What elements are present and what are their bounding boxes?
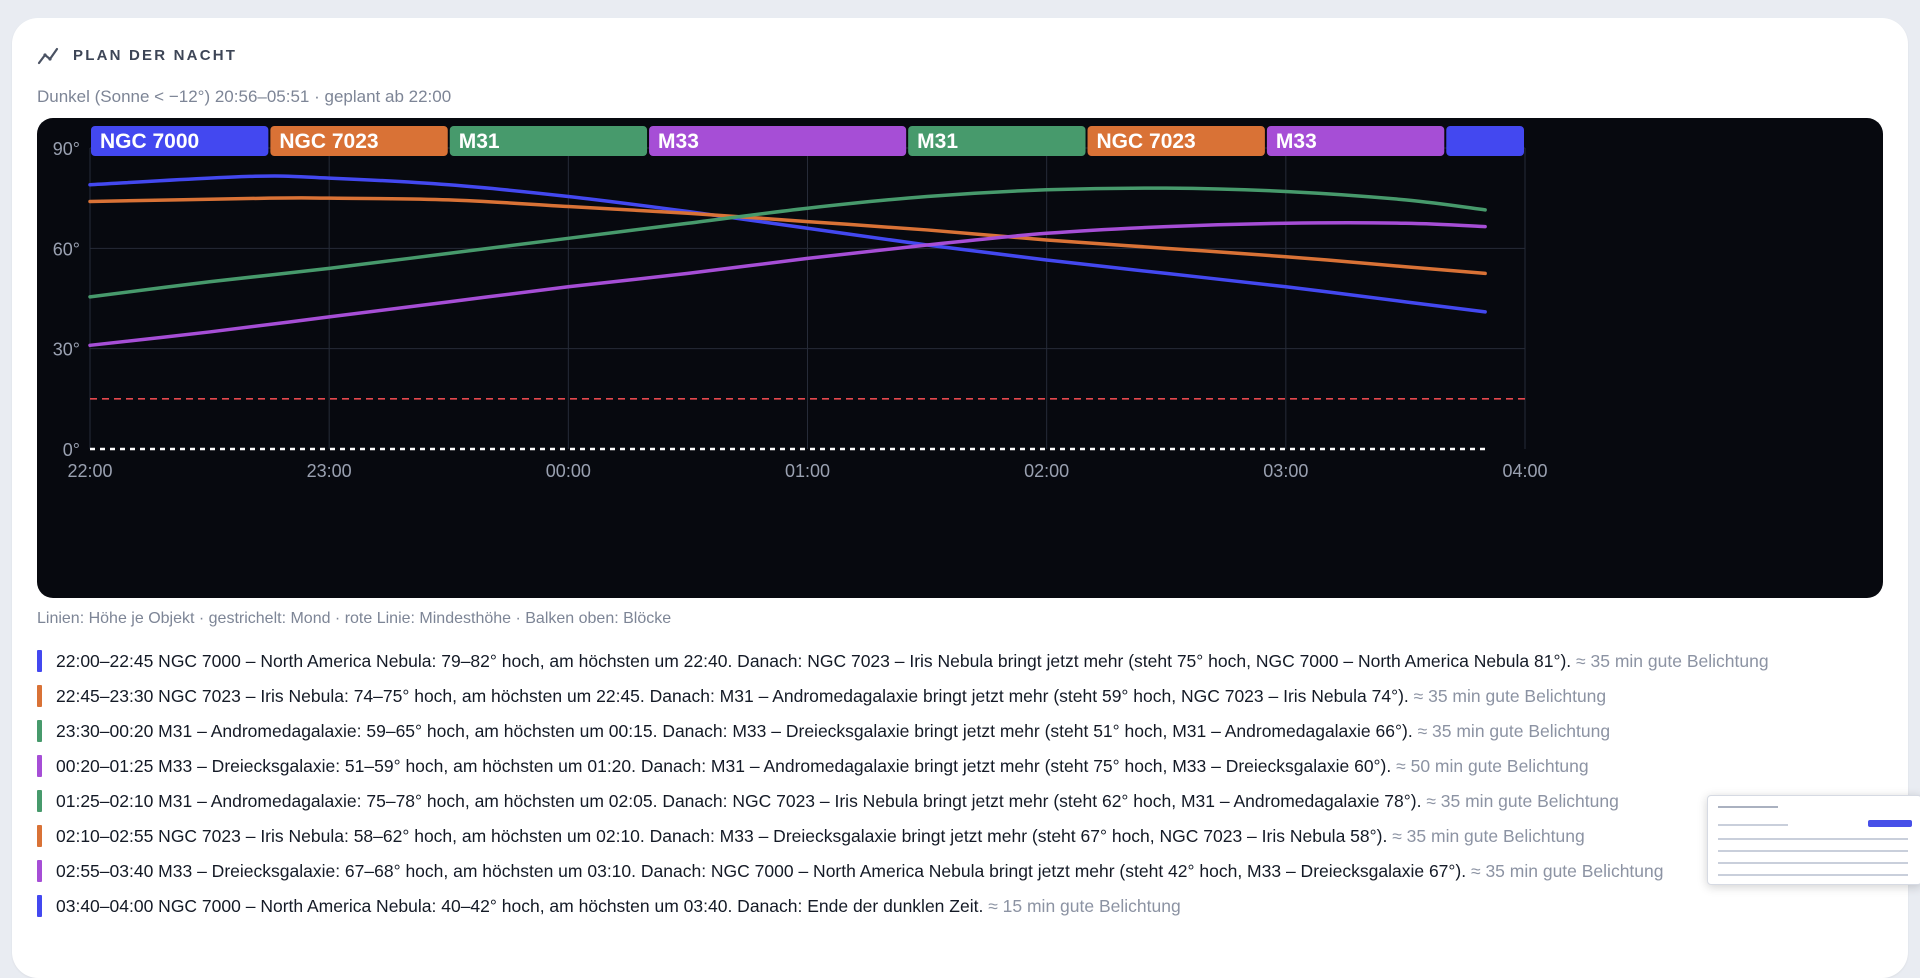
schedule-row-color-bar	[37, 860, 42, 882]
schedule-row-color-bar	[37, 825, 42, 847]
schedule-row-color-bar	[37, 720, 42, 742]
thumb-line	[1718, 874, 1908, 876]
panel-title: PLAN DER NACHT	[73, 46, 238, 64]
altitude-chart-svg: 0° 30° 60° 90° 22:00 23:00 00:00 01:00 02:00 03:0…	[53, 126, 1548, 481]
chart-legend: Linien: Höhe je Objekt · gestrichelt: Mo…	[37, 610, 672, 627]
schedule-row: 01:25–02:10 M31 – Andromedagalaxie: 75–7…	[37, 788, 1883, 814]
y-tick-label: 60°	[53, 239, 80, 259]
schedule-row-exposure-hint: ≈ 15 min gute Belichtung	[988, 896, 1181, 916]
schedule-row-color-bar	[37, 895, 42, 917]
thumb-line	[1718, 824, 1788, 826]
x-tick-label: 02:00	[1024, 461, 1069, 481]
thumb-line	[1718, 850, 1908, 852]
schedule-row-color-bar	[37, 685, 42, 707]
schedule-block-label: M33	[1276, 130, 1317, 153]
thumb-line	[1718, 862, 1908, 864]
schedule-row: 02:10–02:55 NGC 7023 – Iris Nebula: 58–6…	[37, 823, 1883, 849]
schedule-row-text: 22:45–23:30 NGC 7023 – Iris Nebula: 74–7…	[56, 686, 1409, 706]
schedule-block-label: M33	[658, 130, 699, 153]
schedule-row-text: 02:55–03:40 M33 – Dreiecksgalaxie: 67–68…	[56, 861, 1467, 881]
schedule-row: 23:30–00:20 M31 – Andromedagalaxie: 59–6…	[37, 718, 1883, 744]
schedule-row-text: 22:00–22:45 NGC 7000 – North America Neb…	[56, 651, 1572, 671]
schedule-list: 22:00–22:45 NGC 7000 – North America Neb…	[37, 648, 1883, 928]
schedule-block	[1446, 126, 1524, 156]
schedule-row-exposure-hint: ≈ 35 min gute Belichtung	[1426, 791, 1619, 811]
schedule-row-exposure-hint: ≈ 35 min gute Belichtung	[1392, 826, 1585, 846]
x-tick-label: 00:00	[546, 461, 591, 481]
schedule-block-label: M31	[917, 130, 958, 153]
schedule-block-label: NGC 7023	[1097, 130, 1196, 153]
y-tick-label: 0°	[63, 440, 80, 460]
schedule-block-label: NGC 7000	[100, 130, 199, 153]
x-tick-label: 01:00	[785, 461, 830, 481]
schedule-row-exposure-hint: ≈ 35 min gute Belichtung	[1576, 651, 1769, 671]
series-line-m31	[88, 186, 1487, 299]
schedule-row: 03:40–04:00 NGC 7000 – North America Neb…	[37, 893, 1883, 919]
thumb-line	[1718, 838, 1908, 840]
schedule-block-label: NGC 7023	[279, 130, 378, 153]
schedule-row-text: 01:25–02:10 M31 – Andromedagalaxie: 75–7…	[56, 791, 1422, 811]
schedule-row-exposure-hint: ≈ 35 min gute Belichtung	[1470, 861, 1664, 881]
schedule-row: 22:45–23:30 NGC 7023 – Iris Nebula: 74–7…	[37, 683, 1883, 709]
x-tick-label: 23:00	[307, 461, 352, 481]
x-tick-label: 04:00	[1502, 461, 1547, 481]
schedule-row-text: 02:10–02:55 NGC 7023 – Iris Nebula: 58–6…	[56, 826, 1388, 846]
y-tick-label: 30°	[53, 340, 80, 360]
y-tick-label: 90°	[53, 139, 80, 159]
schedule-row-exposure-hint: ≈ 50 min gute Belichtung	[1396, 756, 1589, 776]
schedule-row-text: 00:20–01:25 M33 – Dreiecksgalaxie: 51–59…	[56, 756, 1392, 776]
schedule-row-exposure-hint: ≈ 35 min gute Belichtung	[1417, 721, 1611, 741]
schedule-row-color-bar	[37, 790, 42, 812]
darkness-subtitle: Dunkel (Sonne < −12°) 20:56–05:51 · gepl…	[37, 87, 452, 106]
line-chart-icon	[37, 47, 59, 65]
schedule-row-text: 23:30–00:20 M31 – Andromedagalaxie: 59–6…	[56, 721, 1413, 741]
panel-header: PLAN DER NACHT	[37, 44, 237, 66]
thumb-line	[1718, 806, 1778, 808]
window-preview-thumbnail[interactable]	[1707, 795, 1920, 885]
thumb-button	[1868, 820, 1912, 827]
altitude-chart: 0° 30° 60° 90° 22:00 23:00 00:00 01:00 02:00 03:0…	[37, 118, 1883, 598]
schedule-row-color-bar	[37, 650, 42, 672]
schedule-block-label: M31	[459, 130, 500, 153]
schedule-row-exposure-hint: ≈ 35 min gute Belichtung	[1413, 686, 1607, 706]
schedule-row: 22:00–22:45 NGC 7000 – North America Neb…	[37, 648, 1883, 674]
x-tick-label: 22:00	[67, 461, 112, 481]
x-tick-label: 03:00	[1263, 461, 1308, 481]
schedule-row: 02:55–03:40 M33 – Dreiecksgalaxie: 67–68…	[37, 858, 1883, 884]
schedule-row-color-bar	[37, 755, 42, 777]
schedule-row: 00:20–01:25 M33 – Dreiecksgalaxie: 51–59…	[37, 753, 1883, 779]
schedule-row-text: 03:40–04:00 NGC 7000 – North America Neb…	[56, 896, 984, 916]
